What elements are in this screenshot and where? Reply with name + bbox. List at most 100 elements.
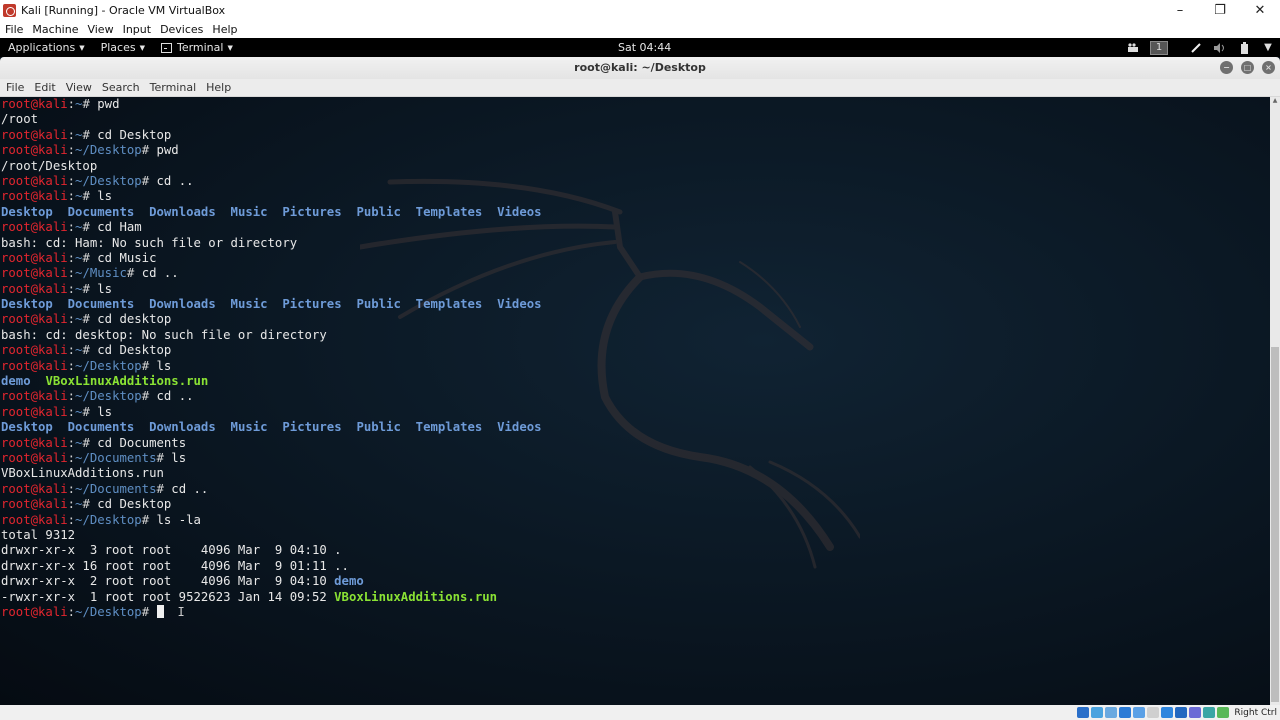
output-line: drwxr-xr-x 2 root root 4096 Mar 9 04:10 … [1,574,542,589]
output-line: demo VBoxLinuxAdditions.run [1,374,542,389]
text-cursor [156,604,164,618]
output-line: total 9312 [1,528,542,543]
prompt-separator: : [67,266,76,281]
file-details: -rwxr-xr-x 1 root root 9522623 Jan 14 09… [1,589,335,604]
output-line: Desktop Documents Downloads Music Pictur… [1,205,542,220]
file-name: . [334,543,342,558]
prompt-path: ~/Desktop [75,358,142,373]
prompt-path: ~/Documents [75,450,157,465]
directory-entry: Downloads [149,297,216,312]
prompt-path: ~/Desktop [75,173,142,188]
guest-top-panel: Applications ▼ Places ▼ Terminal ▼ Sat 0… [0,38,1280,57]
command-text: cd .. [156,389,194,404]
prompt-symbol: # [141,143,157,158]
host-menu-view[interactable]: View [82,23,117,36]
system-menu-caret-icon[interactable]: ▼ [1261,42,1275,54]
prompt-user: root@kali [1,450,68,465]
command-text: ls -la [156,512,201,527]
host-titlebar: Kali [Running] - Oracle VM VirtualBox – … [0,0,1280,21]
applications-menu[interactable]: Applications ▼ [0,41,93,54]
output-text: bash: cd: Ham: No such file or directory [1,235,298,250]
host-minimize-button[interactable]: – [1160,0,1200,21]
output-text: /root [1,112,39,127]
prompt-symbol: # [82,220,98,235]
video-capture-icon[interactable] [1175,707,1188,718]
prompt-line: root@kali:~/Desktop# I [1,604,542,620]
scrollbar-thumb[interactable] [1271,347,1279,702]
prompt-path: ~/Desktop [75,604,142,619]
terminal-maximize-button[interactable]: □ [1241,61,1254,74]
places-menu[interactable]: Places ▼ [93,41,153,54]
prompt-line: root@kali:~# cd Desktop [1,343,542,358]
directory-entry: Videos [497,204,542,219]
keyboard-icon[interactable] [1217,707,1230,718]
mouse-integration-icon[interactable] [1203,707,1216,718]
battery-icon[interactable] [1237,41,1251,54]
host-close-button[interactable]: ✕ [1240,0,1280,21]
terminal-menu-view[interactable]: View [60,81,96,94]
command-text: ls [97,404,113,419]
prompt-line: root@kali:~# cd Music [1,251,542,266]
file-details: drwxr-xr-x 3 root root 4096 Mar 9 04:10 [1,543,335,558]
directory-entry: Downloads [149,204,216,219]
terminal-titlebar[interactable]: root@kali: ~/Desktop − □ × [0,57,1280,79]
terminal-menu-search[interactable]: Search [96,81,144,94]
host-menu-input[interactable]: Input [118,23,155,36]
terminal-scrollbar[interactable]: ▲ [1270,97,1280,705]
usb-icon[interactable] [1133,707,1146,718]
directory-entry: Pictures [282,204,342,219]
prompt-user: root@kali [1,281,68,296]
prompt-user: root@kali [1,358,68,373]
accessibility-icon[interactable] [1126,42,1140,54]
places-label: Places [100,41,136,54]
hard-disk-icon[interactable] [1077,707,1090,718]
caret-down-icon: ▼ [79,43,85,52]
host-menubar: File Machine View Input Devices Help [0,21,1280,38]
workspace-indicator[interactable]: 1 [1150,40,1168,55]
shared-folder-icon[interactable] [1147,707,1160,718]
terminal-output-area[interactable]: root@kali:~# pwd/root root@kali:~# cd Des… [0,97,1270,705]
terminal-minimize-button[interactable]: − [1220,61,1233,74]
command-text: cd desktop [97,312,172,327]
volume-icon[interactable] [1213,42,1227,54]
audio-icon[interactable] [1105,707,1118,718]
terminal-icon [160,42,172,53]
command-text: cd .. [156,173,194,188]
command-text: cd .. [141,266,179,281]
prompt-line: root@kali:~# cd desktop [1,312,542,327]
pen-icon[interactable] [1189,42,1203,54]
directory-entry: Pictures [282,297,342,312]
network-icon[interactable] [1119,707,1132,718]
prompt-symbol: # [126,266,142,281]
terminal-menu-terminal[interactable]: Terminal [144,81,201,94]
host-menu-help[interactable]: Help [207,23,241,36]
terminal-title: root@kali: ~/Desktop [574,61,706,74]
terminal-menu-file[interactable]: File [0,81,28,94]
scroll-up-arrow-icon[interactable]: ▲ [1270,97,1280,105]
host-menu-file[interactable]: File [0,23,27,36]
output-text: bash: cd: desktop: No such file or direc… [1,327,327,342]
prompt-symbol: # [141,358,157,373]
host-menu-machine[interactable]: Machine [27,23,82,36]
virtualbox-icon[interactable] [1189,707,1202,718]
output-text: VBoxLinuxAdditions.run [1,466,164,481]
prompt-symbol: # [82,250,98,265]
host-menu-devices[interactable]: Devices [155,23,207,36]
prompt-line: root@kali:~/Desktop# pwd [1,143,542,158]
terminal-menu-help[interactable]: Help [200,81,235,94]
directory-entry: Music [230,420,268,435]
prompt-separator: : [67,127,76,142]
panel-clock[interactable]: Sat 04:44 [618,38,671,57]
optical-drive-icon[interactable] [1091,707,1104,718]
terminal-app-menu[interactable]: Terminal ▼ [153,41,241,54]
terminal-close-button[interactable]: × [1262,61,1275,74]
host-maximize-button[interactable]: ❐ [1200,0,1240,21]
terminal-menu-edit[interactable]: Edit [28,81,59,94]
prompt-line: root@kali:~# pwd [1,97,542,112]
command-text: ls [156,358,172,373]
display-icon[interactable] [1161,707,1174,718]
prompt-separator: : [67,604,76,619]
prompt-symbol: # [82,343,98,358]
prompt-line: root@kali:~/Desktop# ls [1,359,542,374]
command-text: cd .. [171,481,209,496]
